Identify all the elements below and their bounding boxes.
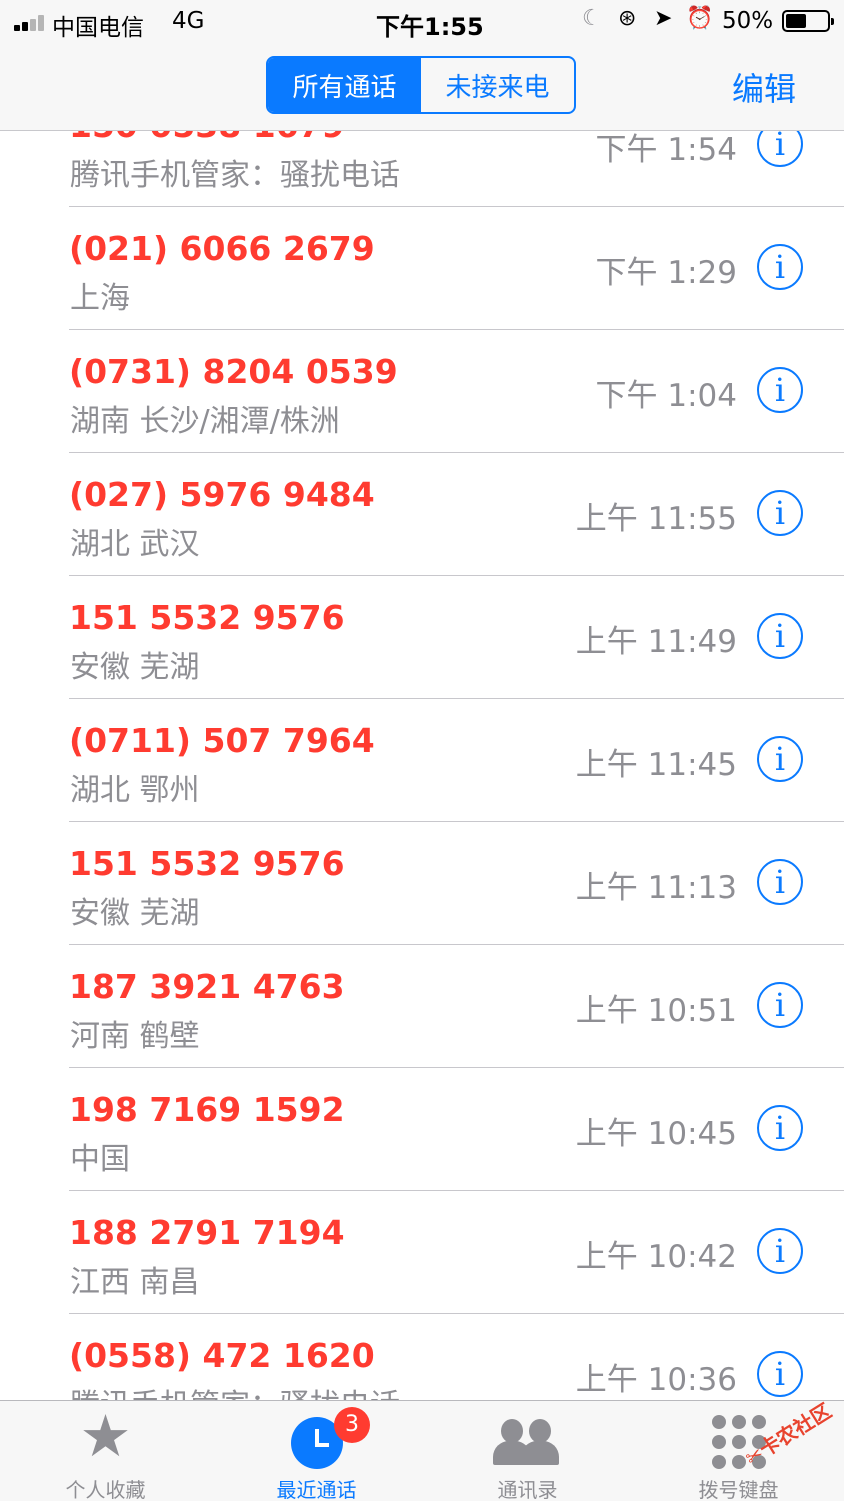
info-icon[interactable]: i [757, 244, 803, 290]
caller-location: 上海 [70, 281, 130, 316]
call-time: 下午 1:29 [595, 255, 737, 291]
missed-count-badge: 3 [334, 1407, 370, 1443]
caller-location: 中国 [70, 1142, 130, 1177]
tab-label: 通讯录 [497, 1478, 558, 1502]
tab-recents[interactable]: 最近通话 [211, 1401, 422, 1502]
call-row[interactable]: 151 5532 9576 安徽 芜湖 上午 11:49 i [0, 576, 844, 699]
caller-location: 河南 鹤壁 [70, 1019, 200, 1054]
info-icon[interactable]: i [757, 1105, 803, 1151]
phone-number: (0711) 507 7964 [69, 721, 375, 760]
call-time: 上午 11:49 [575, 624, 737, 660]
phone-number: 151 5532 9576 [69, 598, 345, 637]
info-icon[interactable]: i [757, 982, 803, 1028]
alarm-icon: ⏰ [686, 6, 714, 31]
call-row[interactable]: (0711) 507 7964 湖北 鄂州 上午 11:45 i [0, 699, 844, 822]
status-bar: 中国电信 4G 下午1:55 ☾ ⊛ ➤ ⏰ 50% [0, 0, 844, 44]
phone-number: 151 5532 9576 [69, 844, 345, 883]
tab-label: 个人收藏 [65, 1478, 146, 1502]
location-icon: ➤ [654, 6, 673, 31]
phone-number: 198 7169 1592 [69, 1090, 345, 1129]
caller-location: 腾讯手机管家：骚扰电话 [70, 158, 400, 193]
info-icon[interactable]: i [757, 1351, 803, 1397]
caller-location: 江西 南昌 [70, 1265, 200, 1300]
info-icon[interactable]: i [757, 736, 803, 782]
caller-location: 湖南 长沙/湘潭/株洲 [70, 404, 340, 439]
call-time: 上午 11:55 [575, 501, 737, 537]
phone-number: (021) 6066 2679 [69, 229, 375, 268]
status-icons: ☾ ⊛ ➤ ⏰ [582, 6, 714, 36]
carrier-name: 中国电信 [52, 15, 144, 41]
recent-calls-list: 150 0538 1679腾讯手机管家：骚扰电话下午 1:54i(021) 60… [0, 84, 844, 1437]
edit-button[interactable]: 编辑 [732, 64, 796, 110]
call-time: 上午 10:45 [575, 1116, 737, 1152]
calls-filter-segmented-control[interactable]: 所有通话 未接来电 [266, 56, 576, 114]
segment-all-calls[interactable]: 所有通话 [268, 58, 421, 112]
call-row[interactable]: (021) 6066 2679 上海 下午 1:29 i [0, 207, 844, 330]
tab-favorites[interactable]: ★ 个人收藏 [0, 1401, 211, 1502]
call-row[interactable]: 187 3921 4763 河南 鹤壁 上午 10:51 i [0, 945, 844, 1068]
orientation-lock-icon: ⊛ [618, 6, 637, 31]
caller-location: 湖北 鄂州 [70, 773, 200, 808]
tab-contacts[interactable]: 通讯录 [422, 1401, 633, 1502]
call-row[interactable]: 151 5532 9576 安徽 芜湖 上午 11:13 i [0, 822, 844, 945]
phone-number: 188 2791 7194 [69, 1213, 345, 1252]
segment-missed-calls[interactable]: 未接来电 [421, 58, 574, 112]
battery-percent: 50% [722, 8, 774, 34]
call-time: 上午 11:13 [575, 870, 737, 906]
call-time: 下午 1:04 [595, 378, 737, 414]
info-icon[interactable]: i [757, 859, 803, 905]
call-time: 上午 10:42 [575, 1239, 737, 1275]
call-time: 上午 10:36 [575, 1362, 737, 1398]
phone-number: (0558) 472 1620 [69, 1336, 375, 1375]
status-time: 下午1:55 [376, 13, 484, 41]
star-icon: ★ [79, 1402, 132, 1470]
tab-label: 最近通话 [276, 1478, 357, 1502]
info-icon[interactable]: i [757, 613, 803, 659]
call-row[interactable]: 188 2791 7194 江西 南昌 上午 10:42 i [0, 1191, 844, 1314]
info-icon[interactable]: i [757, 367, 803, 413]
info-icon[interactable]: i [757, 490, 803, 536]
phone-number: (0731) 8204 0539 [69, 352, 398, 391]
battery-icon [782, 10, 834, 32]
signal-icon [14, 13, 48, 31]
call-row[interactable]: (0731) 8204 0539 湖南 长沙/湘潭/株洲 下午 1:04 i [0, 330, 844, 453]
caller-location: 安徽 芜湖 [70, 896, 200, 931]
info-icon[interactable]: i [757, 1228, 803, 1274]
phone-number: 187 3921 4763 [69, 967, 345, 1006]
moon-icon: ☾ [582, 6, 602, 31]
call-time: 上午 11:45 [575, 747, 737, 783]
network-type: 4G [172, 8, 205, 34]
call-row[interactable]: (027) 5976 9484 湖北 武汉 上午 11:55 i [0, 453, 844, 576]
contacts-icon [492, 1415, 563, 1469]
phone-number: (027) 5976 9484 [69, 475, 375, 514]
tab-label: 拨号键盘 [698, 1478, 779, 1502]
top-bar: 中国电信 4G 下午1:55 ☾ ⊛ ➤ ⏰ 50% 所有通话 未接来电 编辑 [0, 0, 844, 131]
call-row[interactable]: 198 7169 1592 中国 上午 10:45 i [0, 1068, 844, 1191]
call-time: 上午 10:51 [575, 993, 737, 1029]
tab-bar: ★ 个人收藏 最近通话 3 通讯录 拨号键盘 [0, 1400, 844, 1502]
caller-location: 湖北 武汉 [70, 527, 200, 562]
caller-location: 安徽 芜湖 [70, 650, 200, 685]
